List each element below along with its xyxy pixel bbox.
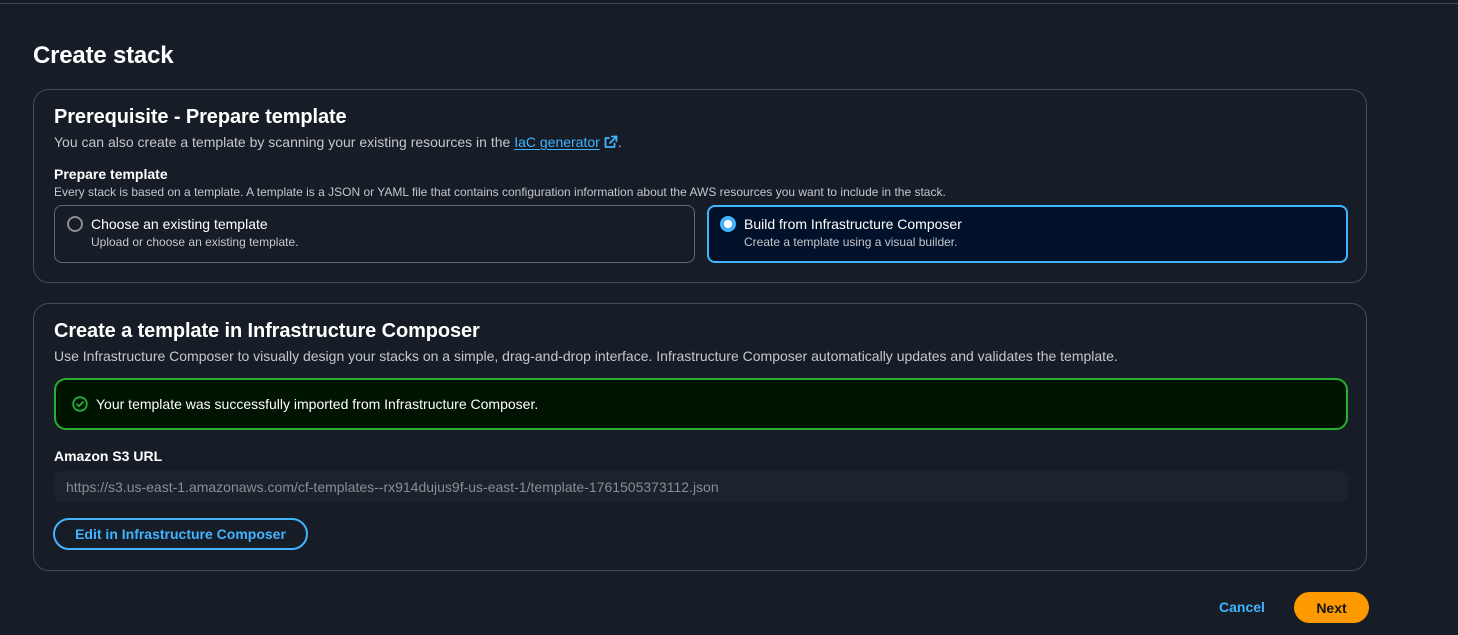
prerequisite-title: Prerequisite - Prepare template [54,106,347,128]
s3-url-label: Amazon S3 URL [54,448,163,464]
create-stack-page: Create stack Prerequisite - Prepare temp… [0,0,1458,635]
prerequisite-description: You can also create a template by scanni… [54,134,622,152]
option-build-from-composer[interactable]: Build from Infrastructure Composer Creat… [707,205,1348,263]
prerequisite-panel: Prerequisite - Prepare template You can … [33,89,1367,283]
prepare-template-description: Every stack is based on a template. A te… [54,185,946,199]
option-label: Choose an existing template [91,216,268,232]
composer-panel: Create a template in Infrastructure Comp… [33,303,1367,571]
page-title: Create stack [33,42,174,69]
prepare-template-label: Prepare template [54,166,168,182]
edit-in-composer-button[interactable]: Edit in Infrastructure Composer [53,518,308,550]
check-circle-icon [72,396,88,417]
option-sublabel: Create a template using a visual builder… [744,235,958,249]
header-divider [0,3,1458,4]
iac-generator-link[interactable]: IaC generator [514,134,600,150]
next-button[interactable]: Next [1294,592,1369,623]
success-alert: Your template was successfully imported … [54,378,1348,430]
success-alert-text: Your template was successfully imported … [96,396,539,412]
composer-description: Use Infrastructure Composer to visually … [54,348,1118,364]
option-sublabel: Upload or choose an existing template. [91,235,299,249]
option-label: Build from Infrastructure Composer [744,216,962,232]
prerequisite-description-suffix: . [617,134,622,150]
external-link-icon[interactable] [604,135,618,152]
radio-unselected[interactable] [67,216,83,232]
s3-url-field[interactable] [54,471,1348,502]
cancel-button[interactable]: Cancel [1208,592,1276,622]
composer-title: Create a template in Infrastructure Comp… [54,320,480,342]
radio-selected[interactable] [720,216,736,232]
option-choose-existing-template[interactable]: Choose an existing template Upload or ch… [54,205,695,263]
prerequisite-description-prefix: You can also create a template by scanni… [54,134,515,150]
